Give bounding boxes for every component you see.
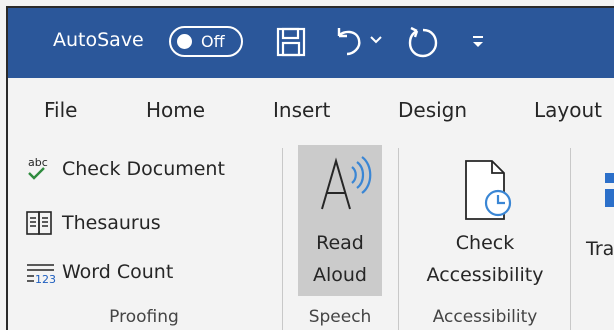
- tab-home[interactable]: Home: [146, 98, 205, 122]
- proofing-group-label: Proofing: [109, 307, 179, 327]
- word-count-button[interactable]: 123 Word Count: [24, 257, 173, 287]
- thesaurus-book-icon: [24, 210, 58, 236]
- tab-file[interactable]: File: [44, 98, 77, 122]
- autosave-label: AutoSave: [53, 29, 144, 51]
- check-accessibility-label-line1: Check: [455, 232, 515, 254]
- check-accessibility-icon: [460, 157, 516, 223]
- word-count-icon: 123: [24, 259, 58, 285]
- save-icon[interactable]: [273, 24, 309, 60]
- title-bar: AutoSave Off: [8, 8, 614, 78]
- read-aloud-label-line1: Read: [316, 232, 364, 254]
- redo-icon[interactable]: [405, 24, 441, 60]
- ribbon-tabs: File Home Insert Design Layout: [8, 78, 614, 138]
- translate-button-label[interactable]: Tra: [586, 238, 614, 260]
- tab-insert[interactable]: Insert: [273, 98, 330, 122]
- group-divider: [398, 148, 399, 330]
- check-accessibility-label-line2: Accessibility: [426, 264, 544, 286]
- check-document-button[interactable]: abc Check Document: [24, 154, 225, 184]
- group-divider: [570, 148, 571, 330]
- word-window: AutoSave Off File Home Insert Design Lay…: [6, 6, 614, 330]
- abc-icon-text: abc: [28, 156, 48, 169]
- thesaurus-button[interactable]: Thesaurus: [24, 208, 161, 238]
- group-divider: [282, 148, 283, 330]
- undo-icon[interactable]: [331, 24, 367, 60]
- read-aloud-label-line2: Aloud: [312, 264, 367, 286]
- autosave-toggle[interactable]: Off: [169, 26, 243, 57]
- read-aloud-icon: [308, 153, 372, 213]
- accessibility-group-label: Accessibility: [432, 307, 538, 327]
- tab-layout[interactable]: Layout: [534, 98, 602, 122]
- toggle-knob: [177, 34, 192, 49]
- speech-group-label: Speech: [308, 307, 372, 327]
- check-accessibility-button[interactable]: Check Accessibility: [410, 145, 560, 296]
- undo-dropdown-icon[interactable]: [369, 33, 383, 47]
- word-count-label: Word Count: [62, 261, 174, 283]
- tab-design[interactable]: Design: [398, 98, 467, 122]
- translate-icon[interactable]: [605, 173, 614, 207]
- ribbon-review: abc Check Document Thesaurus 123 Word Co…: [8, 138, 614, 330]
- check-document-label: Check Document: [62, 158, 225, 180]
- thesaurus-label: Thesaurus: [62, 212, 161, 234]
- read-aloud-button[interactable]: Read Aloud: [298, 145, 382, 296]
- toggle-state-label: Off: [201, 32, 225, 51]
- spelling-check-icon: abc: [24, 156, 58, 182]
- word-count-icon-digits: 123: [35, 273, 56, 285]
- customize-qat-icon[interactable]: [468, 33, 488, 53]
